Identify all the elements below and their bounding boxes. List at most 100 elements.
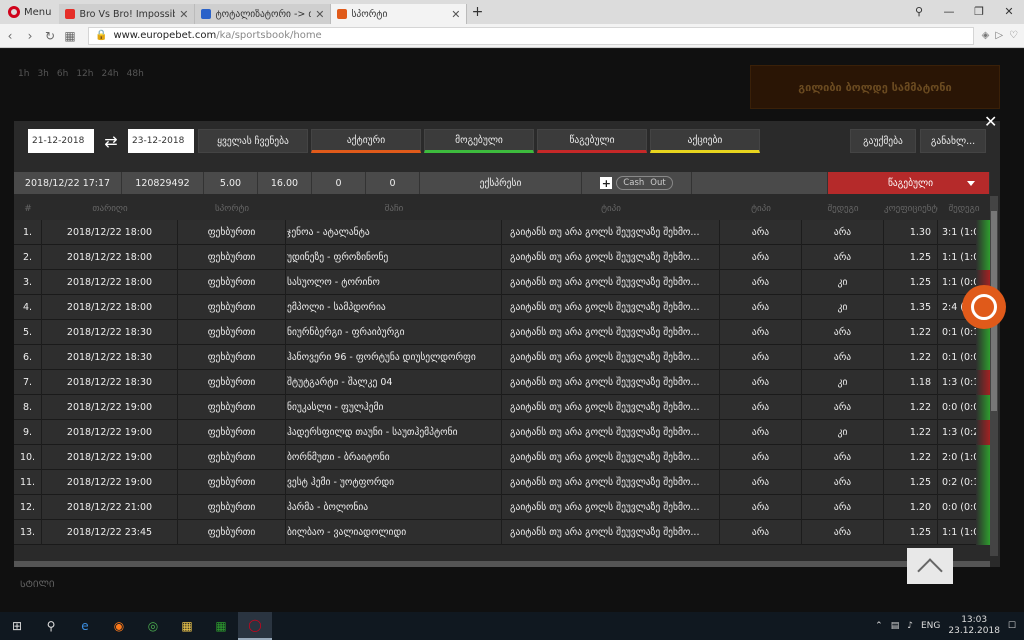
date-to-input[interactable]: 23-12-2018: [128, 129, 194, 153]
filter-button[interactable]: მოგებული: [424, 129, 534, 153]
minimize-button[interactable]: —: [934, 0, 964, 24]
column-header[interactable]: შედეგი: [802, 204, 884, 214]
bet-status[interactable]: წაგებული: [828, 172, 990, 194]
firefox-icon[interactable]: ◉: [102, 612, 136, 640]
new-tab-button[interactable]: +: [467, 4, 487, 20]
opera-taskbar-icon[interactable]: ◯: [238, 612, 272, 640]
filter-button[interactable]: აქტიური: [311, 129, 421, 153]
column-header[interactable]: შედეგი: [938, 204, 990, 214]
filter-button[interactable]: აქციები: [650, 129, 760, 153]
table-row[interactable]: 13.2018/12/22 23:45ფეხბურთიiბილბაო - ვალ…: [14, 519, 990, 545]
table-row[interactable]: 3.2018/12/22 18:00ფეხბურთიiსასუოლო - ტორ…: [14, 269, 990, 295]
close-tab-icon[interactable]: ✕: [451, 8, 460, 21]
close-window-button[interactable]: ✕: [994, 0, 1024, 24]
browser-tab-bar: Menu Bro Vs Bro! Impossible Bat✕ტოტალიზა…: [0, 0, 1024, 24]
tray-chevron-icon[interactable]: ⌃: [875, 621, 883, 631]
cancel-button[interactable]: გაუქმება: [850, 129, 916, 153]
column-header[interactable]: #: [14, 204, 42, 214]
promo-banner[interactable]: გილიბი ბოლდე სამმატონი: [750, 65, 1000, 109]
match-name: ბილბაო - ვალიადოლიდი: [287, 526, 407, 538]
row-odds: 1.22: [884, 319, 938, 345]
reload-button[interactable]: ↻: [40, 29, 60, 43]
refresh-button[interactable]: განახლ...: [920, 129, 986, 153]
clock[interactable]: 13:03 23.12.2018: [948, 615, 1000, 637]
table-row[interactable]: 9.2018/12/22 19:00ფეხბურთიiჰადერსფილდ თა…: [14, 419, 990, 445]
row-odds: 1.35: [884, 294, 938, 320]
column-header[interactable]: სპორტი: [178, 204, 286, 214]
chrome-icon[interactable]: ◎: [136, 612, 170, 640]
column-header[interactable]: ტიპი: [502, 204, 720, 214]
forward-button[interactable]: ›: [20, 29, 40, 43]
filter-button[interactable]: წაგებული: [537, 129, 647, 153]
maximize-button[interactable]: ❐: [964, 0, 994, 24]
row-market: გაიტანს თუ არა გოლს შეუვლაზე შეხმო...: [502, 269, 720, 295]
close-modal-icon[interactable]: ✕: [984, 112, 997, 131]
browser-tab[interactable]: ტოტალიზატორი -> თბ ✕: [195, 4, 332, 24]
row-market: გაიტანს თუ არა გოლს შეუვლაზე შეხმო...: [502, 469, 720, 495]
table-row[interactable]: 6.2018/12/22 18:30ფეხბურთიiჰანოვერი 96 -…: [14, 344, 990, 370]
notifications-icon[interactable]: ☐: [1008, 621, 1016, 631]
back-button[interactable]: ‹: [0, 29, 20, 43]
file-explorer-icon[interactable]: ▦: [170, 612, 204, 640]
column-header[interactable]: ტიპი: [720, 204, 802, 214]
vertical-scrollbar[interactable]: [990, 196, 998, 556]
table-row[interactable]: 1.2018/12/22 18:00ფეხბურთიiჯენოა - ატალა…: [14, 219, 990, 245]
hour-filter[interactable]: 24h: [101, 69, 118, 79]
row-pick: არა: [720, 494, 802, 520]
table-row[interactable]: 5.2018/12/22 18:30ფეხბურთიiნიურნბერგი - …: [14, 319, 990, 345]
column-header[interactable]: მაჩი: [286, 204, 502, 214]
table-row[interactable]: 10.2018/12/22 19:00ფეხბურთიiბორნმუთი - ბ…: [14, 444, 990, 470]
search-tabs-icon[interactable]: ⚲: [904, 0, 934, 24]
hour-filter[interactable]: 6h: [57, 69, 68, 79]
filter-button[interactable]: ყველას ჩვენება: [198, 129, 308, 153]
url-host: www.europebet.com: [113, 30, 217, 41]
row-odds: 1.25: [884, 269, 938, 295]
swap-dates-icon[interactable]: ⇄: [98, 129, 124, 153]
table-row[interactable]: 12.2018/12/22 21:00ფეხბურთიiპარმა - ბოლო…: [14, 494, 990, 520]
table-row[interactable]: 4.2018/12/22 18:00ფეხბურთიiემპოლი - სამპ…: [14, 294, 990, 320]
edge-icon[interactable]: e: [68, 612, 102, 640]
network-icon[interactable]: ▤: [891, 621, 900, 631]
send-icon[interactable]: ▷: [995, 30, 1003, 41]
browser-tab[interactable]: Bro Vs Bro! Impossible Bat ✕: [59, 4, 196, 24]
hour-filter[interactable]: 3h: [37, 69, 48, 79]
table-row[interactable]: 8.2018/12/22 19:00ფეხბურთიiნიუკასლი - ფუ…: [14, 394, 990, 420]
hour-filter[interactable]: 1h: [18, 69, 29, 79]
excel-icon[interactable]: ▦: [204, 612, 238, 640]
hour-filter[interactable]: 48h: [127, 69, 144, 79]
speed-dial-icon[interactable]: ▦: [60, 29, 80, 43]
heart-icon[interactable]: ♡: [1009, 30, 1018, 41]
language-indicator[interactable]: ENG: [921, 621, 940, 631]
table-row[interactable]: 2.2018/12/22 18:00ფეხბურთიiუდინეზე - ფრო…: [14, 244, 990, 270]
column-header[interactable]: კოეფიციენტი: [884, 204, 938, 214]
table-row[interactable]: 7.2018/12/22 18:30ფეხბურთიiშტუტგარტი - შ…: [14, 369, 990, 395]
match-name: ვესტ ჰემი - უოტფორდი: [287, 476, 395, 488]
search-icon[interactable]: ⚲: [34, 612, 68, 640]
bet-summary-row[interactable]: 2018/12/22 17:17 120829492 5.00 16.00 0 …: [14, 172, 990, 194]
result-indicator: [976, 519, 990, 545]
windows-start-icon[interactable]: ⊞: [0, 612, 34, 640]
lock-icon: 🔒: [95, 30, 108, 41]
row-sport: ფეხბურთი: [178, 294, 286, 320]
row-number: 2.: [14, 244, 42, 270]
expand-plus-icon[interactable]: +: [600, 177, 613, 190]
scroll-to-top-button[interactable]: [907, 548, 953, 584]
opera-menu-button[interactable]: Menu: [0, 0, 59, 24]
close-tab-icon[interactable]: ✕: [315, 8, 324, 21]
date-from-input[interactable]: 21-12-2018: [28, 129, 94, 153]
hour-filter[interactable]: 12h: [76, 69, 93, 79]
row-pick: არა: [720, 294, 802, 320]
cashout-toggle[interactable]: Cash Out: [616, 176, 673, 190]
live-chat-button[interactable]: [962, 285, 1006, 329]
column-header[interactable]: თარიღი: [42, 204, 178, 214]
url-input[interactable]: 🔒 www.europebet.com/ka/sportsbook/home: [88, 26, 974, 45]
row-market: გაიტანს თუ არა გოლს შეუვლაზე შეხმო...: [502, 419, 720, 445]
volume-icon[interactable]: ♪: [907, 621, 913, 631]
row-outcome: არა: [802, 244, 884, 270]
table-row[interactable]: 11.2018/12/22 19:00ფეხბურთიiვესტ ჰემი - …: [14, 469, 990, 495]
close-tab-icon[interactable]: ✕: [179, 8, 188, 21]
tab-title: Bro Vs Bro! Impossible Bat: [79, 8, 175, 20]
cashout-cell: + Cash Out: [582, 172, 692, 194]
extension-icon[interactable]: ◈: [982, 30, 990, 41]
browser-tab[interactable]: სპორტი ✕: [331, 4, 468, 24]
